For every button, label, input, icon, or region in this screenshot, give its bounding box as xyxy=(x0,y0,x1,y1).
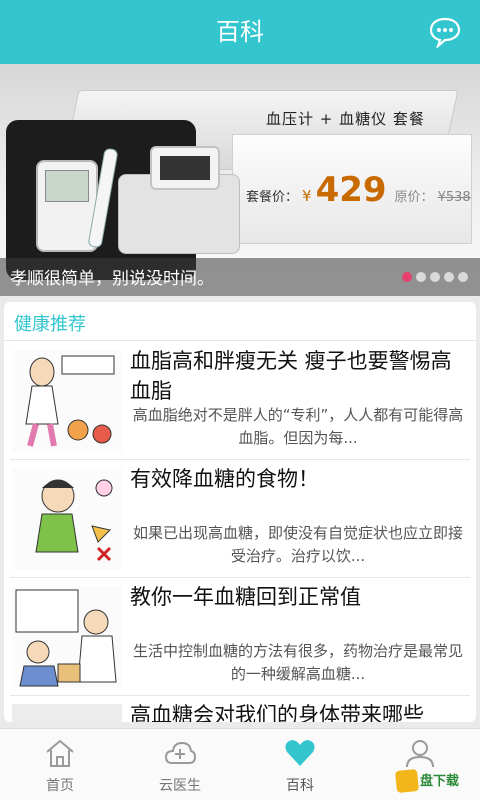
article-item[interactable]: 高血糖会对我们的身体带来哪些 xyxy=(10,696,470,722)
cloud-plus-icon xyxy=(164,741,196,764)
chat-bubble-icon[interactable] xyxy=(428,16,462,50)
banner-caption-bar: 孝顺很简单，别说没时间。 xyxy=(0,258,480,296)
carousel-dot[interactable] xyxy=(416,272,426,282)
tab-label: 百科 xyxy=(286,778,314,794)
bundle-price: 429 xyxy=(315,170,387,210)
article-title: 高血糖会对我们的身体带来哪些 xyxy=(130,703,424,722)
article-summary: 生活中控制血糖的方法有很多，药物治疗是最常见的一种缓解高血糖... xyxy=(132,642,463,683)
page-title: 百科 xyxy=(216,18,264,46)
article-item[interactable]: 有效降血糖的食物！ 如果已出现高血糖，即使没有自觉症状也应立即接受治疗。治疗以饮… xyxy=(10,460,470,578)
section-title: 健康推荐 xyxy=(14,314,86,335)
user-icon xyxy=(406,740,434,768)
tab-encyclopedia[interactable]: 百科 xyxy=(240,729,360,800)
carousel-dot[interactable] xyxy=(458,272,468,282)
article-thumbnail xyxy=(12,586,122,688)
carousel-dot[interactable] xyxy=(402,272,412,282)
banner-tagline: 血压计 + 血糖仪 套餐 xyxy=(266,110,425,128)
original-price: ¥538 xyxy=(437,190,471,205)
article-thumbnail xyxy=(12,468,122,570)
banner-caption: 孝顺很简单，别说没时间。 xyxy=(10,269,214,289)
carousel-dot[interactable] xyxy=(430,272,440,282)
health-recommend-card: 健康推荐 血脂高和胖瘦无关 瘦子也要警惕高血脂 高血脂绝对不是胖人的“专利”，人… xyxy=(4,302,476,722)
home-icon xyxy=(46,739,74,767)
article-item[interactable]: 血脂高和胖瘦无关 瘦子也要警惕高血脂 高血脂绝对不是胖人的“专利”，人人都有可能… xyxy=(10,342,470,460)
watermark-logo: 盘下载 xyxy=(394,768,476,794)
promo-banner[interactable]: 血压计 + 血糖仪 套餐 套餐价： ¥ 429 原价： ¥538 孝顺很简单，别… xyxy=(0,64,480,296)
original-price-label: 原价： xyxy=(394,190,434,205)
article-thumbnail xyxy=(12,350,122,452)
watermark-text: 盘下载 xyxy=(420,774,460,789)
article-title: 有效降血糖的食物！ xyxy=(130,467,319,491)
article-title: 血脂高和胖瘦无关 瘦子也要警惕高血脂 xyxy=(130,349,452,403)
article-summary: 高血脂绝对不是胖人的“专利”，人人都有可能得高血脂。但因为每... xyxy=(132,406,464,447)
article-thumbnail xyxy=(12,704,122,722)
watermark-icon xyxy=(394,768,420,794)
price-label: 套餐价： xyxy=(246,190,299,205)
banner-price-row: 套餐价： ¥ 429 原价： ¥538 xyxy=(246,170,471,210)
tab-label: 首页 xyxy=(46,778,74,794)
section-divider xyxy=(4,340,476,341)
heart-icon xyxy=(285,740,315,766)
article-item[interactable]: 教你一年血糖回到正常值 生活中控制血糖的方法有很多，药物治疗是最常见的一种缓解高… xyxy=(10,578,470,696)
article-title: 教你一年血糖回到正常值 xyxy=(130,585,361,609)
app-header: 百科 xyxy=(0,0,480,64)
price-currency: ¥ xyxy=(302,187,312,205)
tab-label: 云医生 xyxy=(159,778,201,794)
tab-home[interactable]: 首页 xyxy=(0,729,120,800)
tab-cloud-doctor[interactable]: 云医生 xyxy=(120,729,240,800)
blood-pressure-monitor-image xyxy=(150,146,220,190)
article-summary: 如果已出现高血糖，即使没有自觉症状也应立即接受治疗。治疗以饮... xyxy=(132,524,463,565)
carousel-dot[interactable] xyxy=(444,272,454,282)
carousel-dots[interactable] xyxy=(402,272,468,282)
